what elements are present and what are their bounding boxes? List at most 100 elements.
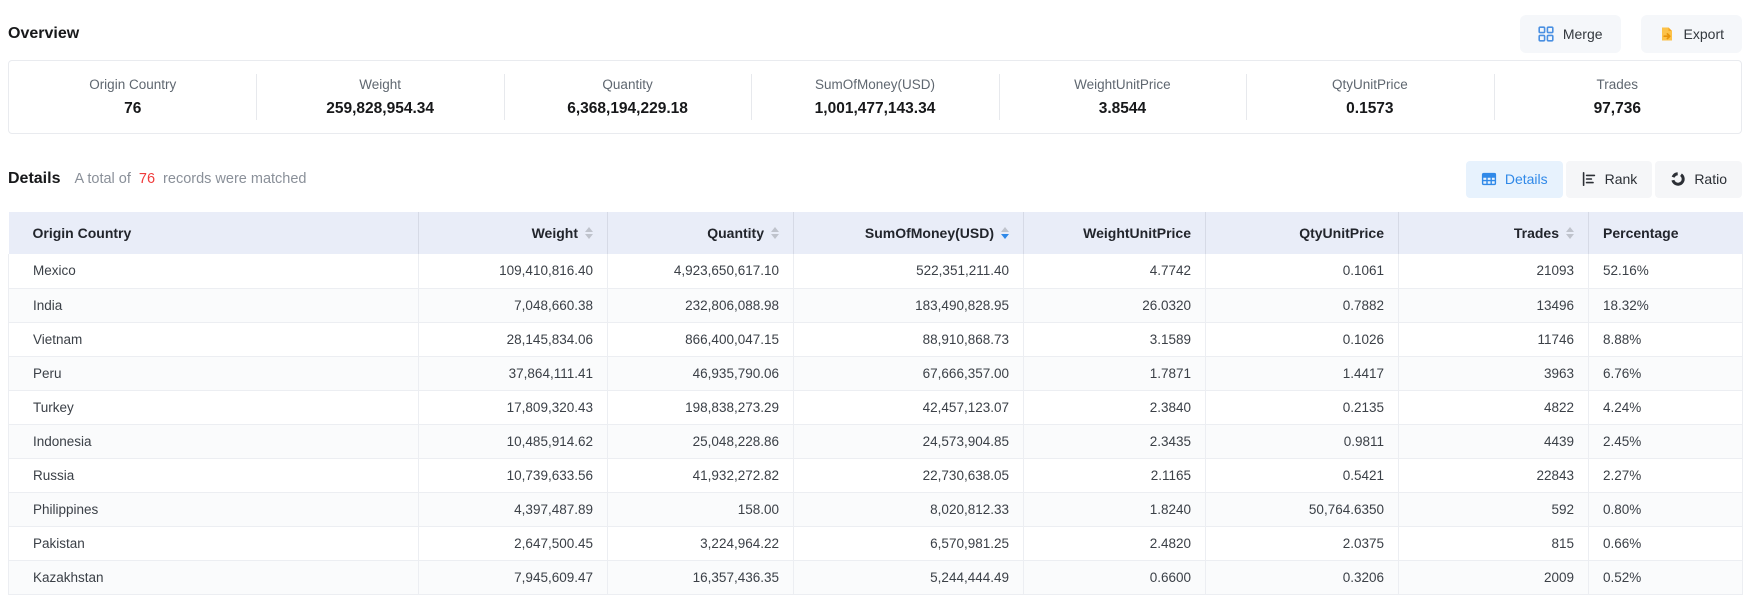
cell-quantity: 158.00	[608, 492, 794, 526]
details-header: Details A total of76records were matched	[8, 170, 307, 188]
table-header: Origin Country Weight Quantity SumOfMoney(U…	[9, 212, 1743, 254]
cell-percentage: 6.76%	[1589, 356, 1743, 390]
table-row: Peru37,864,111.4146,935,790.0667,666,357…	[9, 356, 1743, 390]
cell-origin-country: Vietnam	[9, 322, 419, 356]
cell-weightunitprice: 26.0320	[1024, 288, 1206, 322]
cell-quantity: 866,400,047.15	[608, 322, 794, 356]
table-row: Pakistan2,647,500.453,224,964.226,570,98…	[9, 526, 1743, 560]
cell-weightunitprice: 2.4820	[1024, 526, 1206, 560]
view-tab-ratio[interactable]: Ratio	[1655, 161, 1742, 198]
view-tab-rank[interactable]: Rank	[1566, 161, 1653, 198]
cell-weight: 37,864,111.41	[419, 356, 608, 390]
cell-weightunitprice: 1.7871	[1024, 356, 1206, 390]
cell-trades: 3963	[1399, 356, 1589, 390]
stat-label: Origin Country	[89, 77, 176, 92]
cell-quantity: 25,048,228.86	[608, 424, 794, 458]
stat-value: 97,736	[1594, 100, 1641, 118]
cell-qtyunitprice: 1.4417	[1206, 356, 1399, 390]
view-tab-ratio-label: Ratio	[1694, 171, 1727, 187]
col-header-label: Weight	[532, 225, 578, 241]
cell-qtyunitprice: 0.3206	[1206, 560, 1399, 594]
col-header-label: WeightUnitPrice	[1083, 225, 1191, 241]
stat-label: SumOfMoney(USD)	[815, 77, 935, 92]
sort-caret-down-icon	[585, 234, 593, 239]
table-row: Indonesia10,485,914.6225,048,228.8624,57…	[9, 424, 1743, 458]
cell-trades: 815	[1399, 526, 1589, 560]
table-view-icon	[1481, 171, 1497, 187]
cell-qtyunitprice: 0.9811	[1206, 424, 1399, 458]
cell-qtyunitprice: 0.7882	[1206, 288, 1399, 322]
col-header-weightunitprice: WeightUnitPrice	[1024, 212, 1206, 254]
cell-weightunitprice: 2.3840	[1024, 390, 1206, 424]
cell-weightunitprice: 2.1165	[1024, 458, 1206, 492]
sort-caret-up-icon	[771, 227, 779, 232]
table-row: Russia10,739,633.5641,932,272.8222,730,6…	[9, 458, 1743, 492]
details-title: Details	[8, 170, 60, 188]
col-header-inner: QtyUnitPrice	[1206, 225, 1398, 241]
stat-label: WeightUnitPrice	[1074, 77, 1171, 92]
col-header-origin-country: Origin Country	[9, 212, 419, 254]
cell-origin-country: Indonesia	[9, 424, 419, 458]
col-header-sumofmoney-usd[interactable]: SumOfMoney(USD)	[794, 212, 1024, 254]
sort-caret-down-icon	[1001, 234, 1009, 239]
topbar: Overview Merge	[8, 12, 1742, 56]
cell-trades: 13496	[1399, 288, 1589, 322]
cell-weight: 7,048,660.38	[419, 288, 608, 322]
sort-caret-down-icon	[1566, 234, 1574, 239]
cell-sumofmoney-usd: 67,666,357.00	[794, 356, 1024, 390]
merge-button[interactable]: Merge	[1520, 15, 1621, 53]
export-icon	[1659, 26, 1675, 42]
stat-value: 1,001,477,143.34	[815, 100, 936, 118]
cell-trades: 4439	[1399, 424, 1589, 458]
sort-carets-icon	[585, 227, 593, 239]
col-header-inner: Trades	[1399, 225, 1588, 241]
stat-trades: Trades97,736	[1494, 61, 1741, 133]
col-header-quantity[interactable]: Quantity	[608, 212, 794, 254]
cell-sumofmoney-usd: 8,020,812.33	[794, 492, 1024, 526]
export-button[interactable]: Export	[1641, 15, 1742, 53]
merge-button-label: Merge	[1563, 26, 1603, 42]
stat-value: 0.1573	[1346, 100, 1393, 118]
cell-quantity: 4,923,650,617.10	[608, 254, 794, 288]
stat-label: Quantity	[602, 77, 652, 92]
cell-weight: 4,397,487.89	[419, 492, 608, 526]
col-header-label: QtyUnitPrice	[1299, 225, 1384, 241]
sort-carets-icon	[771, 227, 779, 239]
cell-trades: 11746	[1399, 322, 1589, 356]
stat-origin-country: Origin Country76	[9, 61, 256, 133]
page: Overview Merge	[0, 0, 1750, 595]
cell-origin-country: Pakistan	[9, 526, 419, 560]
col-header-label: Percentage	[1603, 225, 1678, 241]
cell-weightunitprice: 4.7742	[1024, 254, 1206, 288]
cell-sumofmoney-usd: 6,570,981.25	[794, 526, 1024, 560]
details-table: Origin Country Weight Quantity SumOfMoney(U…	[8, 212, 1743, 595]
cell-origin-country: Turkey	[9, 390, 419, 424]
cell-qtyunitprice: 0.1026	[1206, 322, 1399, 356]
cell-sumofmoney-usd: 24,573,904.85	[794, 424, 1024, 458]
col-header-weight[interactable]: Weight	[419, 212, 608, 254]
sort-caret-up-icon	[1566, 227, 1574, 232]
cell-percentage: 2.27%	[1589, 458, 1743, 492]
col-header-percentage: Percentage	[1589, 212, 1743, 254]
overview-stats-card: Origin Country76Weight259,828,954.34Quan…	[8, 60, 1742, 134]
cell-sumofmoney-usd: 22,730,638.05	[794, 458, 1024, 492]
cell-weightunitprice: 0.6600	[1024, 560, 1206, 594]
cell-percentage: 4.24%	[1589, 390, 1743, 424]
col-header-label: SumOfMoney(USD)	[865, 225, 994, 241]
col-header-trades[interactable]: Trades	[1399, 212, 1589, 254]
cell-qtyunitprice: 2.0375	[1206, 526, 1399, 560]
table-row: Vietnam28,145,834.06866,400,047.1588,910…	[9, 322, 1743, 356]
cell-sumofmoney-usd: 42,457,123.07	[794, 390, 1024, 424]
view-tab-details[interactable]: Details	[1466, 161, 1563, 198]
cell-origin-country: India	[9, 288, 419, 322]
export-button-label: Export	[1684, 26, 1724, 42]
col-header-label: Origin Country	[33, 225, 132, 241]
cell-qtyunitprice: 0.5421	[1206, 458, 1399, 492]
cell-weight: 10,485,914.62	[419, 424, 608, 458]
table-row: India7,048,660.38232,806,088.98183,490,8…	[9, 288, 1743, 322]
cell-origin-country: Russia	[9, 458, 419, 492]
cell-weight: 10,739,633.56	[419, 458, 608, 492]
sort-caret-up-icon	[585, 227, 593, 232]
col-header-label: Quantity	[707, 225, 764, 241]
merge-icon	[1538, 26, 1554, 42]
